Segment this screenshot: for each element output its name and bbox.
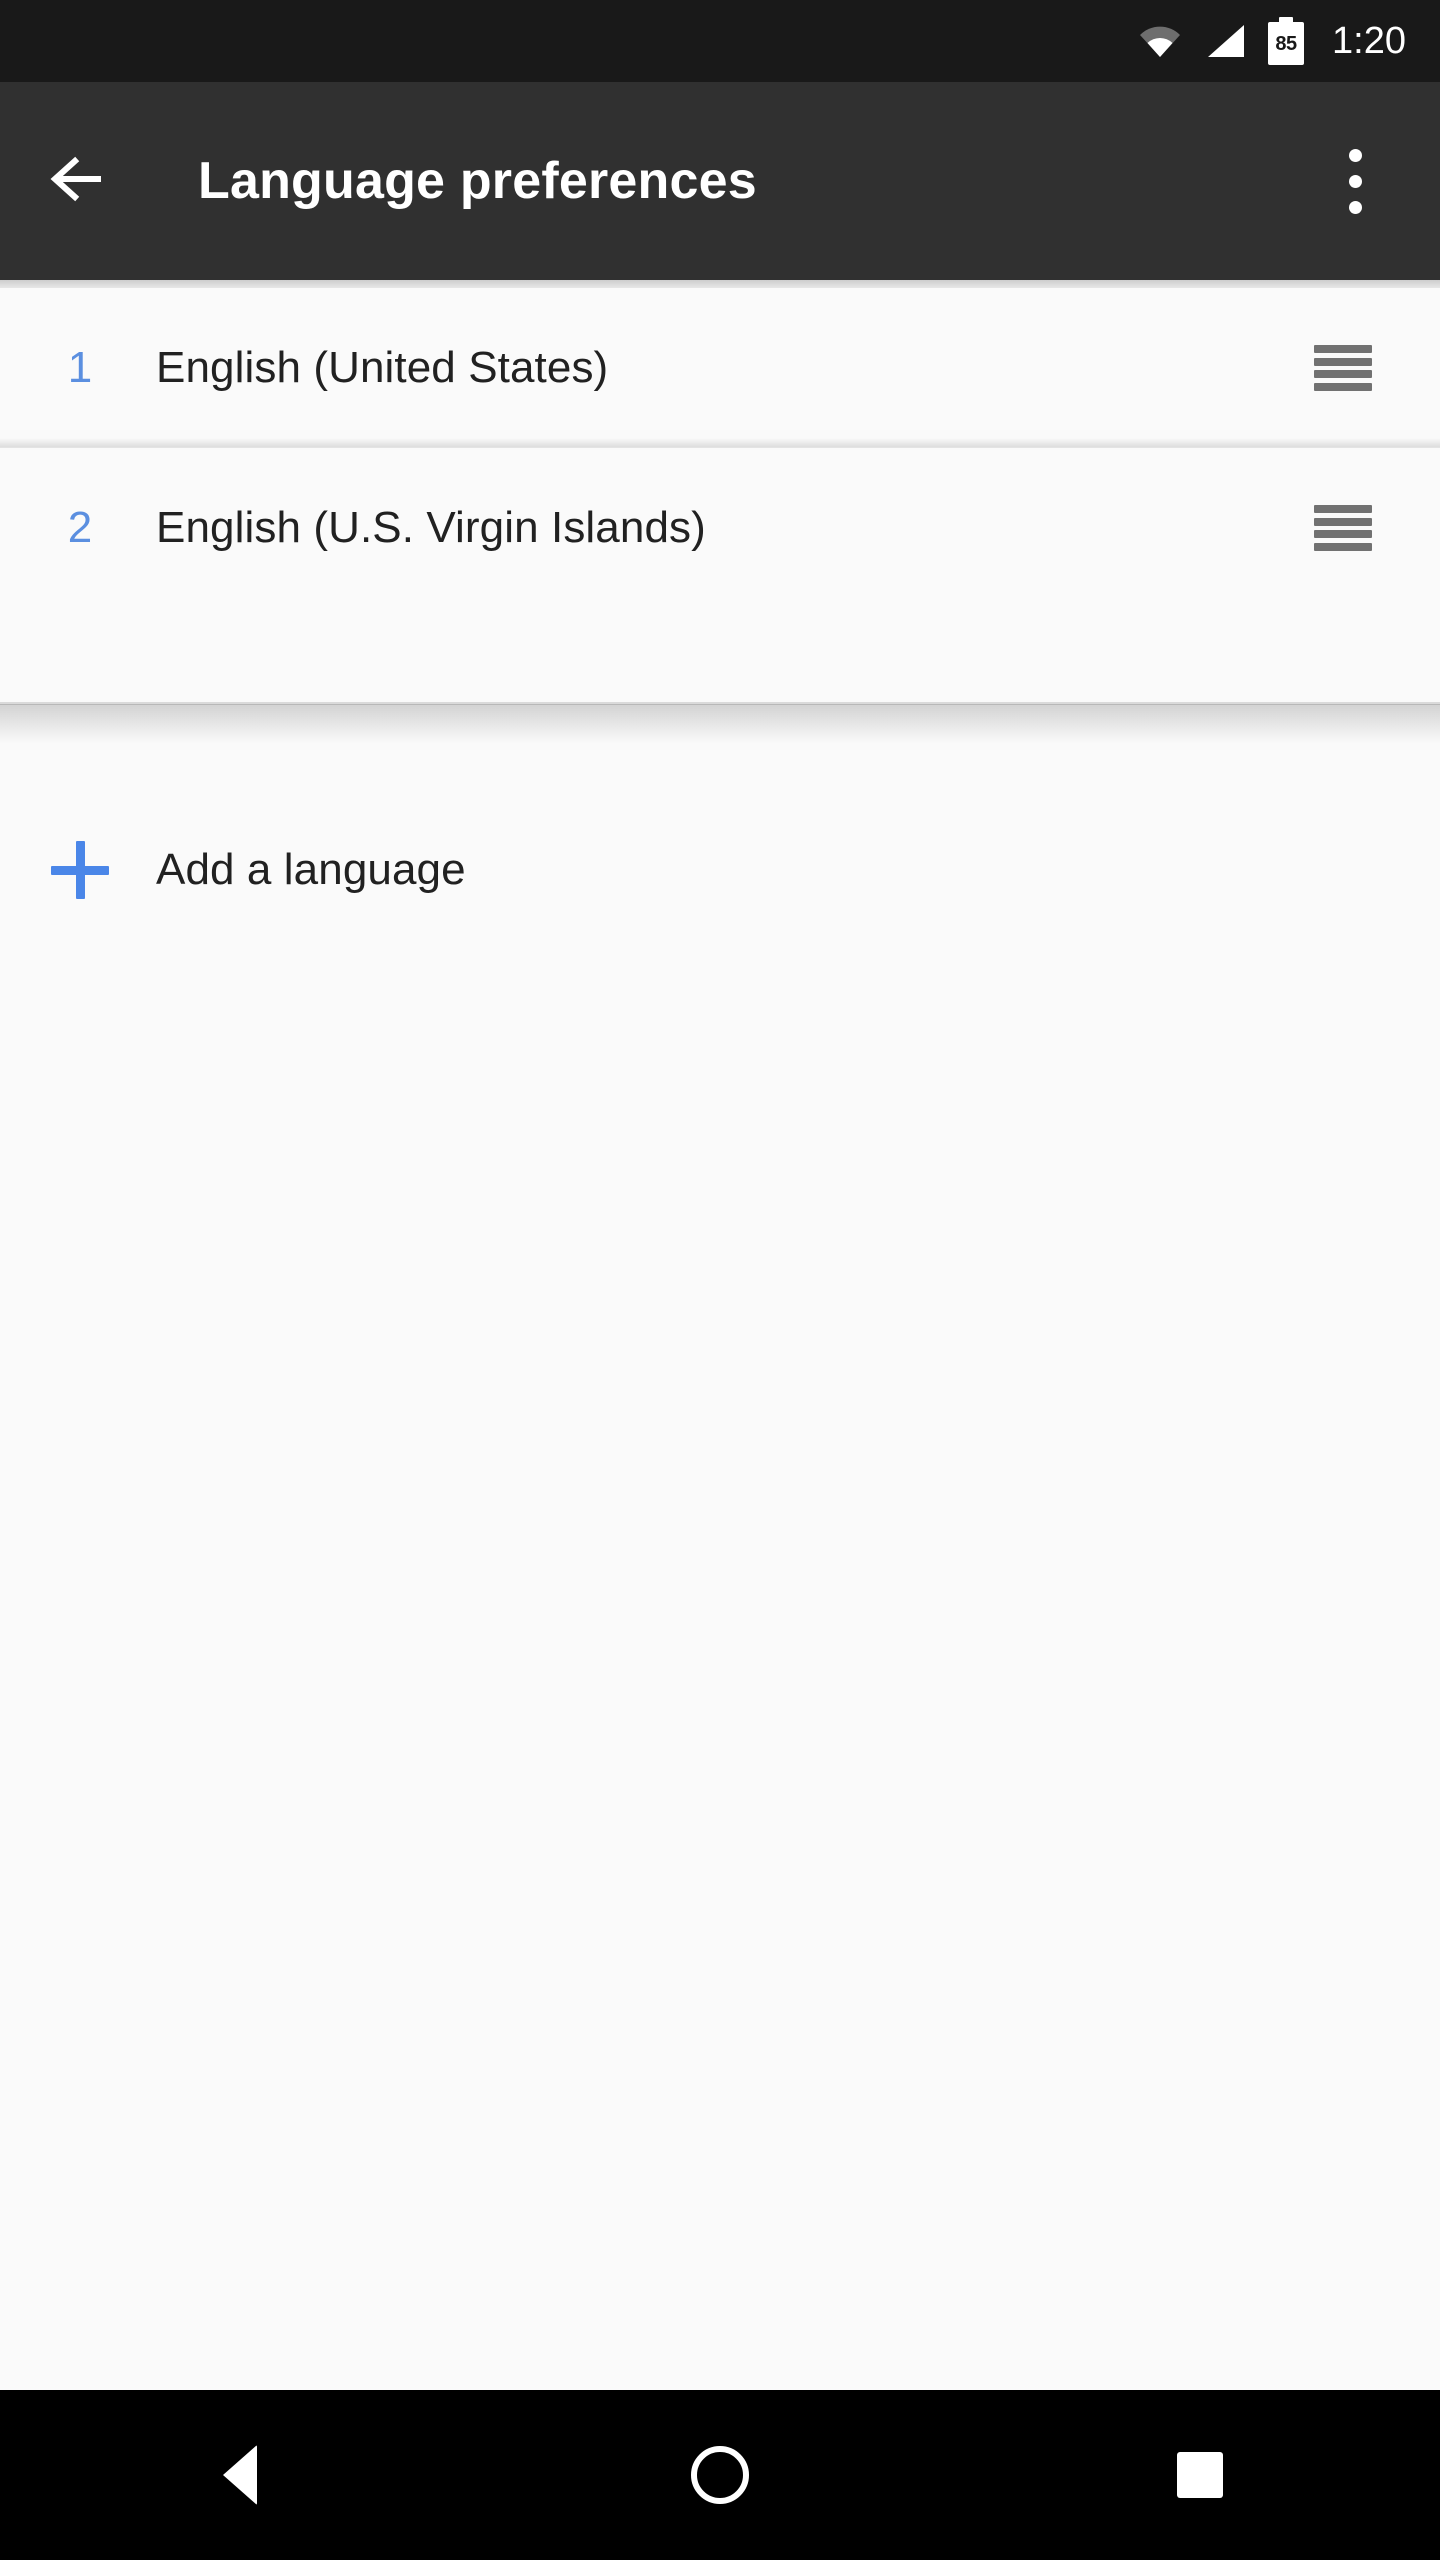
wifi-icon: [1138, 23, 1182, 59]
overflow-menu-icon: [1348, 148, 1362, 214]
add-language-button[interactable]: Add a language: [0, 800, 1440, 940]
cellular-signal-icon: [1204, 23, 1246, 59]
language-list-item[interactable]: 1 English (United States): [0, 288, 1440, 449]
drag-bar: [1314, 517, 1372, 526]
list-bottom-divider: [0, 702, 1440, 705]
overflow-menu-button[interactable]: [1320, 131, 1390, 231]
battery-icon: 85: [1268, 17, 1305, 65]
list-bottom-shadow: [0, 704, 1440, 744]
overflow-dot: [1348, 148, 1362, 162]
drag-bar: [1314, 382, 1372, 391]
drag-bar: [1314, 542, 1372, 551]
drag-handle-icon[interactable]: [1314, 345, 1372, 391]
language-list: 1 English (United States) 2 English (U.S…: [0, 288, 1440, 608]
nav-back-triangle-icon: [223, 2445, 257, 2505]
plus-icon: [0, 839, 160, 901]
app-bar: Language preferences: [0, 82, 1440, 280]
drag-bar: [1314, 370, 1372, 379]
battery-level-text: 85: [1275, 32, 1297, 55]
nav-recents-square-icon: [1177, 2452, 1223, 2498]
overflow-dot: [1348, 174, 1362, 188]
drag-bar: [1314, 530, 1372, 539]
language-name-label: English (United States): [156, 343, 609, 392]
nav-back-button[interactable]: [140, 2390, 340, 2560]
page-title: Language preferences: [198, 152, 757, 210]
navigation-bar: [0, 2390, 1440, 2560]
nav-home-button[interactable]: [620, 2390, 820, 2560]
battery-body: 85: [1268, 22, 1305, 65]
language-order-number: 1: [67, 343, 93, 392]
status-bar-icons: 85 1:20: [1138, 17, 1406, 65]
overflow-dot: [1348, 200, 1362, 214]
nav-recents-button[interactable]: [1100, 2390, 1300, 2560]
android-screen: 85 1:20 Language preferences 1 English (…: [0, 0, 1440, 2560]
add-language-label: Add a language: [156, 845, 466, 894]
back-button[interactable]: [46, 149, 110, 213]
drag-bar: [1314, 505, 1372, 513]
status-bar: 85 1:20: [0, 0, 1440, 82]
drag-bar: [1314, 345, 1372, 353]
status-bar-clock: 1:20: [1332, 20, 1406, 62]
language-order-number: 2: [67, 503, 93, 552]
plus-vertical-bar: [75, 841, 85, 899]
language-name-label: English (U.S. Virgin Islands): [156, 503, 706, 552]
back-arrow-icon: [49, 155, 107, 208]
drag-handle-icon[interactable]: [1314, 505, 1372, 551]
empty-content-area: [0, 940, 1440, 2390]
language-list-item[interactable]: 2 English (U.S. Virgin Islands): [0, 448, 1440, 608]
drag-bar: [1314, 357, 1372, 366]
nav-home-circle-icon: [691, 2446, 749, 2504]
